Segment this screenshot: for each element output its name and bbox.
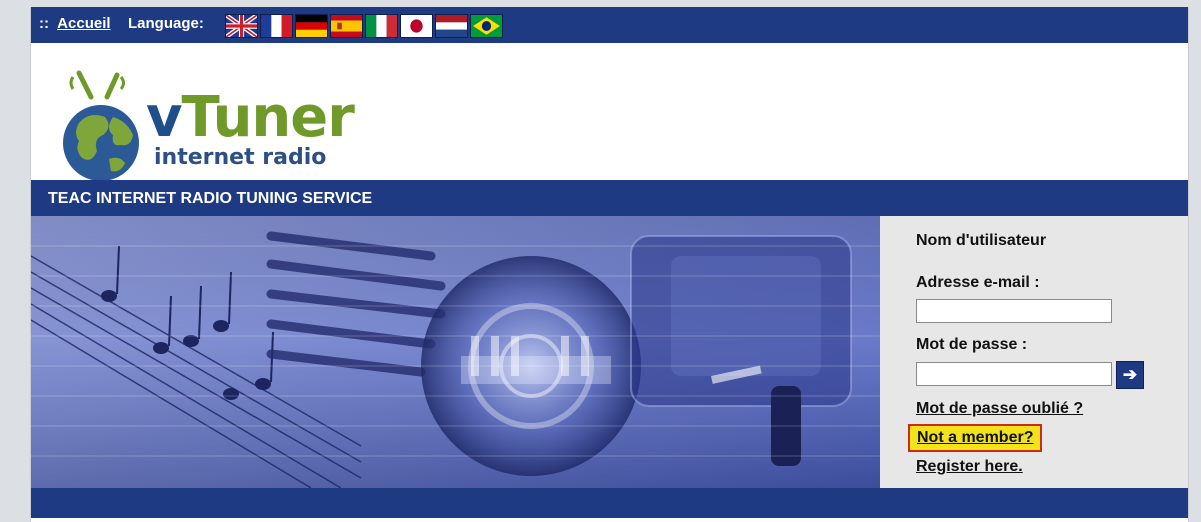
home-nav: :: Accueil <box>39 15 111 32</box>
germany-flag-icon[interactable] <box>295 14 328 38</box>
service-title-bar: TEAC INTERNET RADIO TUNING SERVICE <box>31 180 1188 216</box>
france-flag-icon[interactable] <box>260 14 293 38</box>
home-link[interactable]: Accueil <box>57 15 110 32</box>
top-nav-bar: :: Accueil Language: <box>31 7 1188 43</box>
forgot-password-link[interactable]: Mot de passe oublié ? <box>916 400 1083 418</box>
language-flags <box>225 14 503 38</box>
password-label: Mot de passe : <box>916 336 1028 353</box>
home-prefix: :: <box>39 15 49 32</box>
page-frame: :: Accueil Language: vTuner internet rad… <box>30 7 1189 522</box>
spain-flag-icon[interactable] <box>330 14 363 38</box>
arrow-right-icon: ➔ <box>1122 365 1138 384</box>
password-field[interactable] <box>916 362 1112 386</box>
logo-wordmark: vTuner <box>146 85 355 150</box>
uk-flag-icon[interactable] <box>225 14 258 38</box>
service-title: TEAC INTERNET RADIO TUNING SERVICE <box>48 190 373 207</box>
footer-bar <box>31 488 1188 518</box>
login-submit-button[interactable]: ➔ <box>1116 361 1144 389</box>
register-link[interactable]: Register here. <box>916 458 1023 476</box>
logo-area: vTuner internet radio <box>31 43 1188 183</box>
brazil-flag-icon[interactable] <box>470 14 503 38</box>
language-label: Language: <box>128 15 204 32</box>
japan-flag-icon[interactable] <box>400 14 433 38</box>
netherlands-flag-icon[interactable] <box>435 14 468 38</box>
radio-banner-image <box>31 216 880 488</box>
email-label: Adresse e-mail : <box>916 274 1040 291</box>
login-title: Nom d'utilisateur <box>916 232 1047 249</box>
italy-flag-icon[interactable] <box>365 14 398 38</box>
logo-tagline: internet radio <box>154 145 327 170</box>
login-panel: Nom d'utilisateur Adresse e-mail : Mot d… <box>880 216 1188 488</box>
banner-artwork <box>31 216 880 488</box>
logo-wordmark-rest: Tuner <box>181 85 355 150</box>
email-field[interactable] <box>916 299 1112 323</box>
logo-wordmark-prefix: v <box>146 85 183 150</box>
globe-radio-icon <box>63 70 139 181</box>
not-a-member-link[interactable]: Not a member? <box>908 424 1043 452</box>
